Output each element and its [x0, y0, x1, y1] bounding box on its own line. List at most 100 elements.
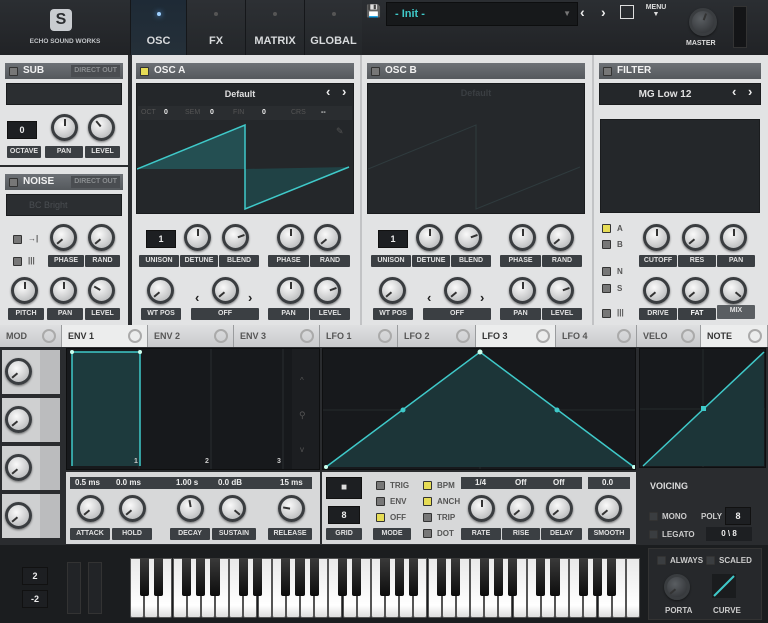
black-key[interactable]: [607, 558, 617, 596]
black-key[interactable]: [238, 558, 248, 596]
noise-retrig-checkbox[interactable]: [13, 235, 22, 244]
osc-b-wtpos-knob[interactable]: [379, 277, 406, 304]
black-key[interactable]: [437, 558, 447, 596]
lfo-dot-checkbox[interactable]: [423, 529, 432, 538]
osc-a-phase-knob[interactable]: [277, 224, 304, 251]
poly-stepper[interactable]: 8: [725, 507, 751, 525]
tab-velo[interactable]: VELO: [637, 325, 701, 347]
osc-a-warp-prev-button[interactable]: ‹: [195, 290, 199, 305]
crs-value[interactable]: --: [321, 106, 326, 120]
tab-lfo2[interactable]: LFO 2: [398, 325, 476, 347]
edit-pencil-icon[interactable]: ✎: [336, 126, 344, 137]
tab-fx[interactable]: FX: [186, 0, 245, 55]
lfo-smooth-knob[interactable]: [595, 495, 622, 522]
osc-b-unison-stepper[interactable]: 1: [378, 230, 408, 248]
filter-fat-knob[interactable]: [682, 277, 709, 304]
filter-next-button[interactable]: ›: [748, 84, 752, 99]
release-knob[interactable]: [278, 495, 305, 522]
osc-b-phase-knob[interactable]: [509, 224, 536, 251]
lfo-bpm-checkbox[interactable]: [423, 481, 432, 490]
filter-drive-knob[interactable]: [643, 277, 670, 304]
sub-octave-stepper[interactable]: 0: [7, 121, 37, 139]
black-key[interactable]: [182, 558, 192, 596]
sustain-knob[interactable]: [219, 495, 246, 522]
black-key[interactable]: [196, 558, 206, 596]
osc-a-warp-knob[interactable]: [212, 277, 239, 304]
osc-a-detune-knob[interactable]: [184, 224, 211, 251]
osc-a-prev-button[interactable]: ‹: [326, 84, 330, 99]
noise-rand-knob[interactable]: [88, 224, 115, 251]
black-key[interactable]: [479, 558, 489, 596]
black-key[interactable]: [210, 558, 220, 596]
drag-handle-icon[interactable]: [40, 446, 60, 490]
osc-b-level-knob[interactable]: [547, 277, 574, 304]
preset-selector[interactable]: - Init - ▼: [386, 2, 578, 26]
macro-slot[interactable]: [2, 494, 60, 538]
noise-phase-knob[interactable]: [50, 224, 77, 251]
osc-a-pan-knob[interactable]: [277, 277, 304, 304]
osc-b-warp-knob[interactable]: [444, 277, 471, 304]
osc-a-rand-knob[interactable]: [314, 224, 341, 251]
oct-value[interactable]: 0: [164, 106, 168, 120]
curve-icon[interactable]: [712, 574, 736, 598]
filter-route-a-checkbox[interactable]: [602, 224, 611, 233]
filter-mix-knob[interactable]: [720, 277, 747, 304]
tab-env2[interactable]: ENV 2: [148, 325, 234, 347]
macro-slot[interactable]: [2, 398, 60, 442]
lfo-rise-knob[interactable]: [507, 495, 534, 522]
porta-knob[interactable]: [664, 574, 690, 600]
osc-a-wavetable-selector[interactable]: Default: [155, 85, 325, 103]
black-key[interactable]: [252, 558, 263, 596]
black-key[interactable]: [281, 558, 291, 596]
osc-a-warp-next-button[interactable]: ›: [248, 290, 252, 305]
attack-knob[interactable]: [77, 495, 104, 522]
osc-b-detune-knob[interactable]: [416, 224, 443, 251]
sem-value[interactable]: 0: [210, 106, 214, 120]
filter-keytrack-checkbox[interactable]: [602, 309, 611, 318]
filter-prev-button[interactable]: ‹: [732, 84, 736, 99]
osc-a-unison-stepper[interactable]: 1: [146, 230, 176, 248]
preset-browser-icon[interactable]: [620, 5, 634, 19]
osc-b-warp-prev-button[interactable]: ‹: [427, 290, 431, 305]
tab-note[interactable]: NOTE: [701, 325, 768, 347]
scroll-down-icon[interactable]: v: [300, 445, 304, 454]
filter-route-b-checkbox[interactable]: [602, 240, 611, 249]
drag-handle-icon[interactable]: [40, 350, 60, 394]
menu-button[interactable]: MENU ▼: [640, 4, 672, 18]
macro-slot[interactable]: [2, 350, 60, 394]
tab-env3[interactable]: ENV 3: [234, 325, 320, 347]
macro-knob[interactable]: [5, 502, 32, 529]
filter-route-s-checkbox[interactable]: [602, 284, 611, 293]
black-key[interactable]: [550, 558, 560, 596]
black-key[interactable]: [507, 558, 518, 596]
black-key[interactable]: [408, 558, 418, 596]
preset-save-icon[interactable]: 💾: [366, 4, 381, 19]
noise-enable-checkbox[interactable]: [9, 178, 18, 187]
scaled-checkbox[interactable]: [706, 556, 715, 565]
osc-b-enable-checkbox[interactable]: [371, 67, 380, 76]
black-key[interactable]: [352, 558, 362, 596]
black-key[interactable]: [153, 558, 163, 596]
fin-value[interactable]: 0: [262, 106, 266, 120]
black-key[interactable]: [536, 558, 546, 596]
lfo-graph[interactable]: [322, 348, 636, 470]
drag-handle-icon[interactable]: [40, 398, 60, 442]
noise-pan-knob[interactable]: [50, 277, 77, 304]
sub-direct-out-button[interactable]: DIRECT OUT: [71, 65, 120, 77]
filter-pan-knob[interactable]: [720, 224, 747, 251]
lfo-folder-button[interactable]: ■: [326, 477, 362, 499]
env-graph[interactable]: [66, 348, 320, 470]
mod-wheel[interactable]: [88, 562, 102, 614]
master-knob[interactable]: [689, 8, 717, 36]
filter-enable-checkbox[interactable]: [603, 67, 612, 76]
always-checkbox[interactable]: [657, 556, 666, 565]
note-graph[interactable]: [639, 348, 766, 468]
filter-route-n-checkbox[interactable]: [602, 267, 611, 276]
tab-lfo4[interactable]: LFO 4: [556, 325, 637, 347]
tab-mod[interactable]: MOD: [0, 325, 62, 347]
lfo-off-checkbox[interactable]: [376, 513, 385, 522]
tab-env1[interactable]: ENV 1: [62, 325, 148, 347]
tab-global[interactable]: GLOBAL: [304, 0, 362, 55]
tab-osc[interactable]: OSC: [130, 0, 186, 55]
black-key[interactable]: [451, 558, 461, 596]
